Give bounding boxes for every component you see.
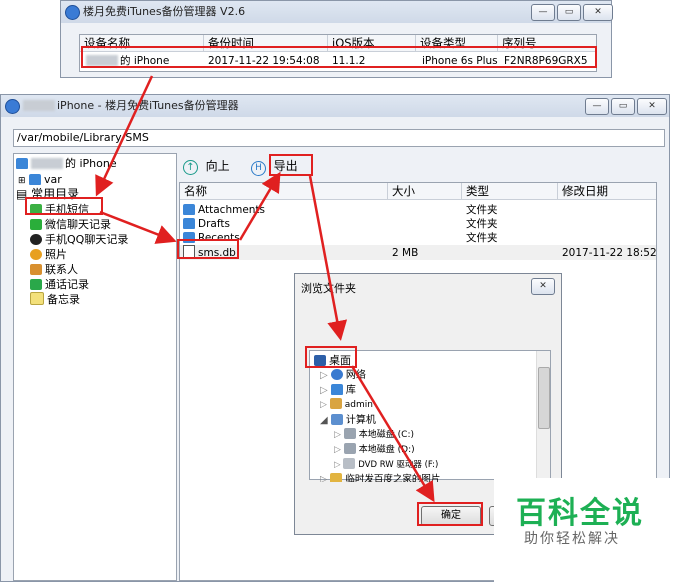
arrow-row-to-sms xyxy=(95,75,154,197)
arrow-desktop-to-ok xyxy=(350,365,435,503)
annotation-arrows xyxy=(95,75,435,503)
arrow-export-to-desktop xyxy=(308,175,348,341)
arrow-sms-to-db xyxy=(99,210,177,244)
arrow-db-to-export xyxy=(238,171,281,241)
